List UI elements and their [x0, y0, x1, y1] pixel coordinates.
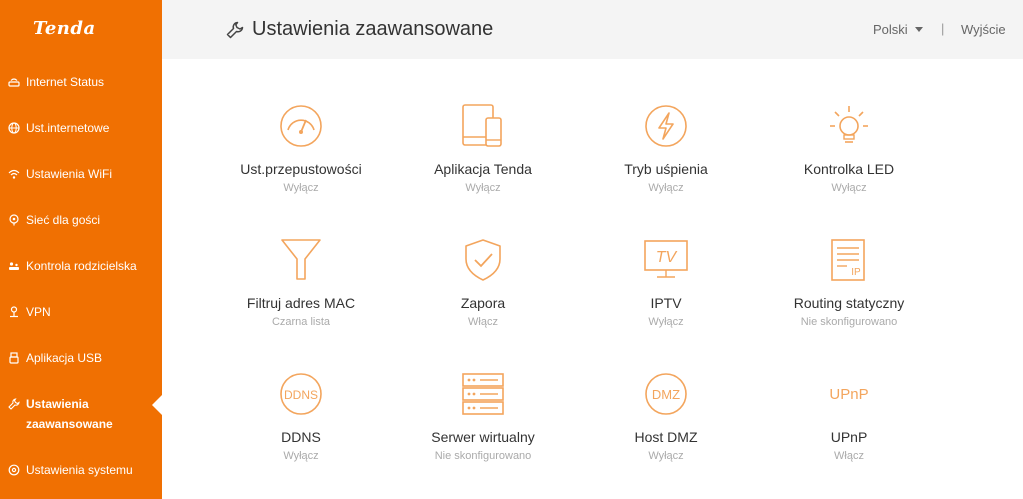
- sidebar-item-label: Sieć dla gości: [26, 213, 101, 227]
- lightning-icon: [643, 103, 689, 149]
- svg-text:IP: IP: [851, 267, 861, 278]
- tile-led-control[interactable]: Kontrolka LED Wyłącz: [764, 103, 934, 194]
- routing-table-icon: IP: [826, 237, 872, 283]
- header-separator: |: [941, 21, 945, 36]
- guest-network-icon: [8, 214, 20, 226]
- server-icon: [460, 371, 506, 417]
- wifi-icon: [8, 168, 20, 180]
- sidebar-item-system-settings[interactable]: Ustawienia systemu: [8, 463, 158, 477]
- tile-bandwidth-control[interactable]: Ust.przepustowości Wyłącz: [216, 103, 386, 194]
- wrench-icon: [8, 398, 20, 410]
- caret-down-icon: [914, 27, 923, 32]
- page-title-text: Ustawienia zaawansowane: [252, 18, 494, 40]
- tile-firewall[interactable]: Zapora Włącz: [398, 237, 568, 328]
- sidebar-item-guest-network[interactable]: Sieć dla gości: [8, 213, 158, 227]
- tile-status: Nie skonfigurowano: [434, 450, 532, 462]
- vpn-icon: [8, 306, 20, 318]
- funnel-icon: [278, 237, 324, 283]
- wrench-icon: [226, 21, 244, 39]
- tenda-logo: Tenda: [33, 18, 96, 39]
- sidebar-item-internet-settings[interactable]: Ust.internetowe: [8, 121, 158, 135]
- sidebar-item-advanced-settings[interactable]: Ustawienia zaawansowane: [8, 397, 158, 434]
- tile-ddns[interactable]: DDNS DDNS Wyłącz: [216, 371, 386, 462]
- sidebar-item-label: Ustawienia WiFi: [26, 167, 113, 181]
- tile-tenda-app[interactable]: Aplikacja Tenda Wyłącz: [398, 103, 568, 194]
- tile-upnp[interactable]: UPnP UPnP Włącz: [764, 371, 934, 462]
- tile-status: Wyłącz: [648, 450, 684, 462]
- sidebar-item-label-line2: zaawansowane: [26, 417, 113, 431]
- svg-text:DMZ: DMZ: [652, 387, 680, 402]
- tile-status: Wyłącz: [648, 316, 684, 328]
- sidebar-item-label: Ustawienia systemu: [26, 463, 133, 477]
- tile-sleep-mode[interactable]: Tryb uśpienia Wyłącz: [581, 103, 751, 194]
- tile-status: Włącz: [468, 316, 498, 328]
- shield-check-icon: [460, 237, 506, 283]
- tablet-phone-icon: [460, 103, 506, 149]
- sidebar-item-label: Ust.internetowe: [26, 121, 110, 135]
- sidebar-item-internet-status[interactable]: Internet Status: [8, 75, 158, 89]
- tile-name: Filtruj adres MAC: [246, 295, 356, 311]
- speedometer-icon: [278, 103, 324, 149]
- language-label: Polski: [873, 22, 908, 37]
- svg-text:DDNS: DDNS: [284, 388, 318, 402]
- tile-name: Kontrolka LED: [803, 161, 895, 177]
- tile-status: Włącz: [834, 450, 864, 462]
- tile-status: Wyłącz: [283, 182, 319, 194]
- tile-name: Aplikacja Tenda: [434, 161, 532, 177]
- tile-name: Serwer wirtualny: [431, 429, 535, 445]
- tile-status: Czarna lista: [271, 316, 331, 328]
- sidebar-item-vpn[interactable]: VPN: [8, 305, 158, 319]
- tile-status: Wyłącz: [465, 182, 501, 194]
- tile-name: UPnP: [830, 429, 868, 445]
- tile-status: Nie skonfigurowano: [800, 316, 898, 328]
- usb-icon: [8, 352, 20, 364]
- ddns-icon: DDNS: [278, 371, 324, 417]
- active-indicator-arrow: [152, 395, 162, 415]
- tile-name: Host DMZ: [634, 429, 698, 445]
- system-settings-icon: [8, 464, 20, 476]
- parental-control-icon: [8, 260, 20, 272]
- sidebar-item-parental-control[interactable]: Kontrola rodzicielska: [8, 259, 158, 273]
- tile-status: Wyłącz: [648, 182, 684, 194]
- tile-virtual-server[interactable]: Serwer wirtualny Nie skonfigurowano: [398, 371, 568, 462]
- upnp-icon: UPnP: [826, 371, 872, 417]
- language-selector[interactable]: Polski: [873, 22, 923, 37]
- sidebar-item-label: Kontrola rodzicielska: [26, 259, 137, 273]
- tile-static-routing[interactable]: IP Routing statyczny Nie skonfigurowano: [764, 237, 934, 328]
- svg-text:TV: TV: [656, 249, 678, 266]
- tile-name: Ust.przepustowości: [240, 161, 362, 177]
- tv-icon: TV: [643, 237, 689, 283]
- tile-status: Wyłącz: [283, 450, 319, 462]
- tile-name: Zapora: [460, 295, 506, 311]
- globe-icon: [8, 122, 20, 134]
- tile-mac-filter[interactable]: Filtruj adres MAC Czarna lista: [216, 237, 386, 328]
- page-title: Ustawienia zaawansowane: [226, 18, 493, 41]
- tile-name: DDNS: [281, 429, 321, 445]
- tile-iptv[interactable]: TV IPTV Wyłącz: [581, 237, 751, 328]
- bulb-icon: [826, 103, 872, 149]
- tile-name: Tryb uśpienia: [624, 161, 708, 177]
- svg-text:UPnP: UPnP: [829, 386, 868, 403]
- sidebar-item-usb[interactable]: Aplikacja USB: [8, 351, 158, 365]
- router-icon: [8, 76, 20, 88]
- sidebar-item-label: VPN: [26, 305, 51, 319]
- sidebar: Tenda Internet Status Ust.internetowe Us…: [0, 0, 162, 499]
- logout-link[interactable]: Wyjście: [961, 22, 1006, 37]
- tile-status: Wyłącz: [831, 182, 867, 194]
- tile-dmz-host[interactable]: DMZ Host DMZ Wyłącz: [581, 371, 751, 462]
- sidebar-item-label: Internet Status: [26, 75, 105, 89]
- sidebar-item-label: Ustawienia: [26, 397, 89, 411]
- sidebar-item-label: Aplikacja USB: [26, 351, 103, 365]
- tile-name: Routing statyczny: [793, 295, 905, 311]
- tile-name: IPTV: [650, 295, 682, 311]
- sidebar-item-wifi[interactable]: Ustawienia WiFi: [8, 167, 158, 181]
- dmz-icon: DMZ: [643, 371, 689, 417]
